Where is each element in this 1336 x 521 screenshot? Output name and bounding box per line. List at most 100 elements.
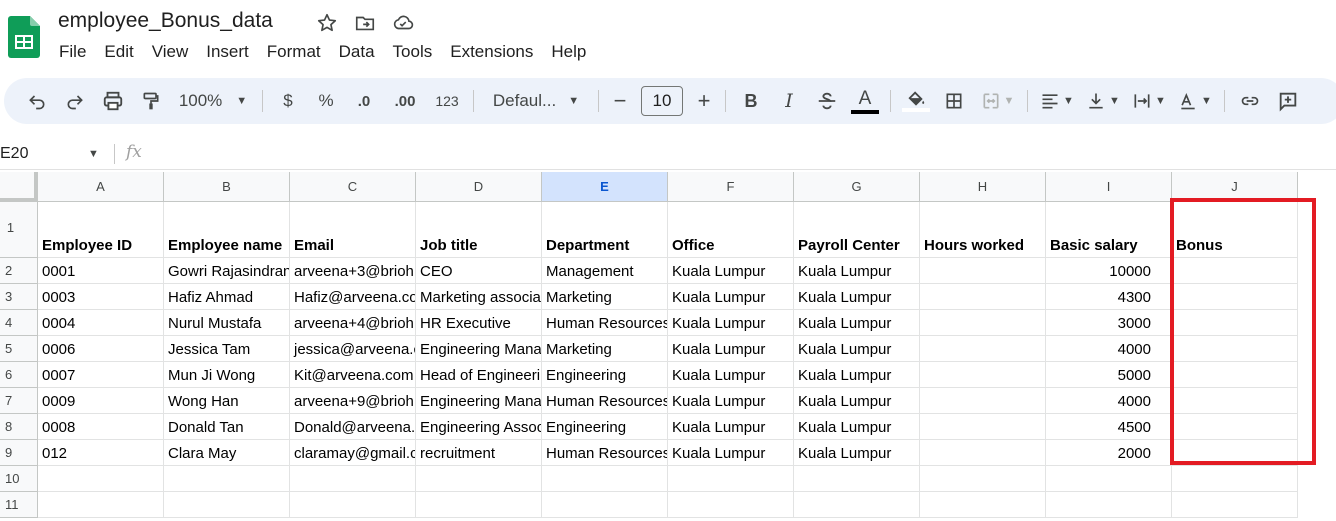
decrease-decimal-button[interactable]: .0 xyxy=(345,85,383,117)
column-header-d[interactable]: D xyxy=(416,172,542,202)
column-header-i[interactable]: I xyxy=(1046,172,1172,202)
text-wrapping-button[interactable]: ▼ xyxy=(1126,85,1172,117)
font-family-select[interactable]: Defaul... ▼ xyxy=(480,85,592,117)
cell-d4[interactable]: HR Executive xyxy=(416,310,542,336)
cell-e11[interactable] xyxy=(542,492,668,518)
cell-a4[interactable]: 0004 xyxy=(38,310,164,336)
cell-j5[interactable] xyxy=(1172,336,1298,362)
decrease-font-size-button[interactable]: − xyxy=(605,85,635,117)
font-size-input[interactable]: 10 xyxy=(641,86,683,116)
cell-h3[interactable] xyxy=(920,284,1046,310)
menu-view[interactable]: View xyxy=(143,40,198,64)
cell-c7[interactable]: arveena+9@brioh xyxy=(290,388,416,414)
cell-b8[interactable]: Donald Tan xyxy=(164,414,290,440)
cell-g10[interactable] xyxy=(794,466,920,492)
cell-g3[interactable]: Kuala Lumpur xyxy=(794,284,920,310)
header-cell-f[interactable]: Office xyxy=(668,202,794,258)
cell-h6[interactable] xyxy=(920,362,1046,388)
cell-j2[interactable] xyxy=(1172,258,1298,284)
cell-e6[interactable]: Engineering xyxy=(542,362,668,388)
menu-extensions[interactable]: Extensions xyxy=(441,40,542,64)
cell-e2[interactable]: Management xyxy=(542,258,668,284)
cell-f9[interactable]: Kuala Lumpur xyxy=(668,440,794,466)
column-header-f[interactable]: F xyxy=(668,172,794,202)
cell-e4[interactable]: Human Resources xyxy=(542,310,668,336)
cell-a8[interactable]: 0008 xyxy=(38,414,164,440)
cell-h7[interactable] xyxy=(920,388,1046,414)
cell-g2[interactable]: Kuala Lumpur xyxy=(794,258,920,284)
cell-b6[interactable]: Mun Ji Wong xyxy=(164,362,290,388)
cell-b3[interactable]: Hafiz Ahmad xyxy=(164,284,290,310)
cell-g8[interactable]: Kuala Lumpur xyxy=(794,414,920,440)
menu-file[interactable]: File xyxy=(50,40,95,64)
bold-button[interactable]: B xyxy=(732,85,770,117)
cell-f10[interactable] xyxy=(668,466,794,492)
redo-button[interactable] xyxy=(56,85,94,117)
cell-j8[interactable] xyxy=(1172,414,1298,440)
paint-format-button[interactable] xyxy=(132,85,170,117)
cell-i10[interactable] xyxy=(1046,466,1172,492)
cell-g6[interactable]: Kuala Lumpur xyxy=(794,362,920,388)
header-cell-c[interactable]: Email xyxy=(290,202,416,258)
menu-insert[interactable]: Insert xyxy=(197,40,258,64)
cell-d5[interactable]: Engineering Mana xyxy=(416,336,542,362)
cell-f8[interactable]: Kuala Lumpur xyxy=(668,414,794,440)
cell-a10[interactable] xyxy=(38,466,164,492)
cell-j10[interactable] xyxy=(1172,466,1298,492)
print-button[interactable] xyxy=(94,85,132,117)
cell-e7[interactable]: Human Resources xyxy=(542,388,668,414)
cell-c6[interactable]: Kit@arveena.com xyxy=(290,362,416,388)
row-header-2[interactable]: 2 xyxy=(0,258,38,284)
cell-f7[interactable]: Kuala Lumpur xyxy=(668,388,794,414)
cell-i6[interactable]: 5000 xyxy=(1046,362,1172,388)
cell-j9[interactable] xyxy=(1172,440,1298,466)
cell-b9[interactable]: Clara May xyxy=(164,440,290,466)
cell-a3[interactable]: 0003 xyxy=(38,284,164,310)
cell-e3[interactable]: Marketing xyxy=(542,284,668,310)
cell-i9[interactable]: 2000 xyxy=(1046,440,1172,466)
cell-b4[interactable]: Nurul Mustafa xyxy=(164,310,290,336)
cell-i7[interactable]: 4000 xyxy=(1046,388,1172,414)
menu-format[interactable]: Format xyxy=(258,40,330,64)
cell-f11[interactable] xyxy=(668,492,794,518)
cell-c2[interactable]: arveena+3@brioh xyxy=(290,258,416,284)
zoom-select[interactable]: 100% ▼ xyxy=(170,85,256,117)
cell-c4[interactable]: arveena+4@brioh xyxy=(290,310,416,336)
cell-a5[interactable]: 0006 xyxy=(38,336,164,362)
cell-a9[interactable]: 012 xyxy=(38,440,164,466)
cell-h5[interactable] xyxy=(920,336,1046,362)
cell-h4[interactable] xyxy=(920,310,1046,336)
column-header-c[interactable]: C xyxy=(290,172,416,202)
row-header-5[interactable]: 5 xyxy=(0,336,38,362)
row-header-10[interactable]: 10 xyxy=(0,466,38,492)
row-header-4[interactable]: 4 xyxy=(0,310,38,336)
move-folder-icon[interactable] xyxy=(352,10,378,36)
cell-e10[interactable] xyxy=(542,466,668,492)
cell-a11[interactable] xyxy=(38,492,164,518)
menu-tools[interactable]: Tools xyxy=(384,40,442,64)
row-header-6[interactable]: 6 xyxy=(0,362,38,388)
cell-f3[interactable]: Kuala Lumpur xyxy=(668,284,794,310)
menu-edit[interactable]: Edit xyxy=(95,40,142,64)
row-header-1[interactable]: 1 xyxy=(0,202,38,258)
cell-i4[interactable]: 3000 xyxy=(1046,310,1172,336)
cell-j3[interactable] xyxy=(1172,284,1298,310)
cell-a7[interactable]: 0009 xyxy=(38,388,164,414)
cell-d7[interactable]: Engineering Mana xyxy=(416,388,542,414)
document-title[interactable]: employee_Bonus_data xyxy=(58,9,273,33)
cell-j11[interactable] xyxy=(1172,492,1298,518)
cell-c9[interactable]: claramay@gmail.c xyxy=(290,440,416,466)
cell-f4[interactable]: Kuala Lumpur xyxy=(668,310,794,336)
cell-i3[interactable]: 4300 xyxy=(1046,284,1172,310)
column-header-g[interactable]: G xyxy=(794,172,920,202)
cell-g7[interactable]: Kuala Lumpur xyxy=(794,388,920,414)
header-cell-i[interactable]: Basic salary xyxy=(1046,202,1172,258)
cell-a6[interactable]: 0007 xyxy=(38,362,164,388)
row-header-11[interactable]: 11 xyxy=(0,492,38,518)
cell-e9[interactable]: Human Resources xyxy=(542,440,668,466)
cell-c3[interactable]: Hafiz@arveena.co xyxy=(290,284,416,310)
cell-g4[interactable]: Kuala Lumpur xyxy=(794,310,920,336)
cell-e8[interactable]: Engineering xyxy=(542,414,668,440)
cell-j7[interactable] xyxy=(1172,388,1298,414)
column-header-b[interactable]: B xyxy=(164,172,290,202)
